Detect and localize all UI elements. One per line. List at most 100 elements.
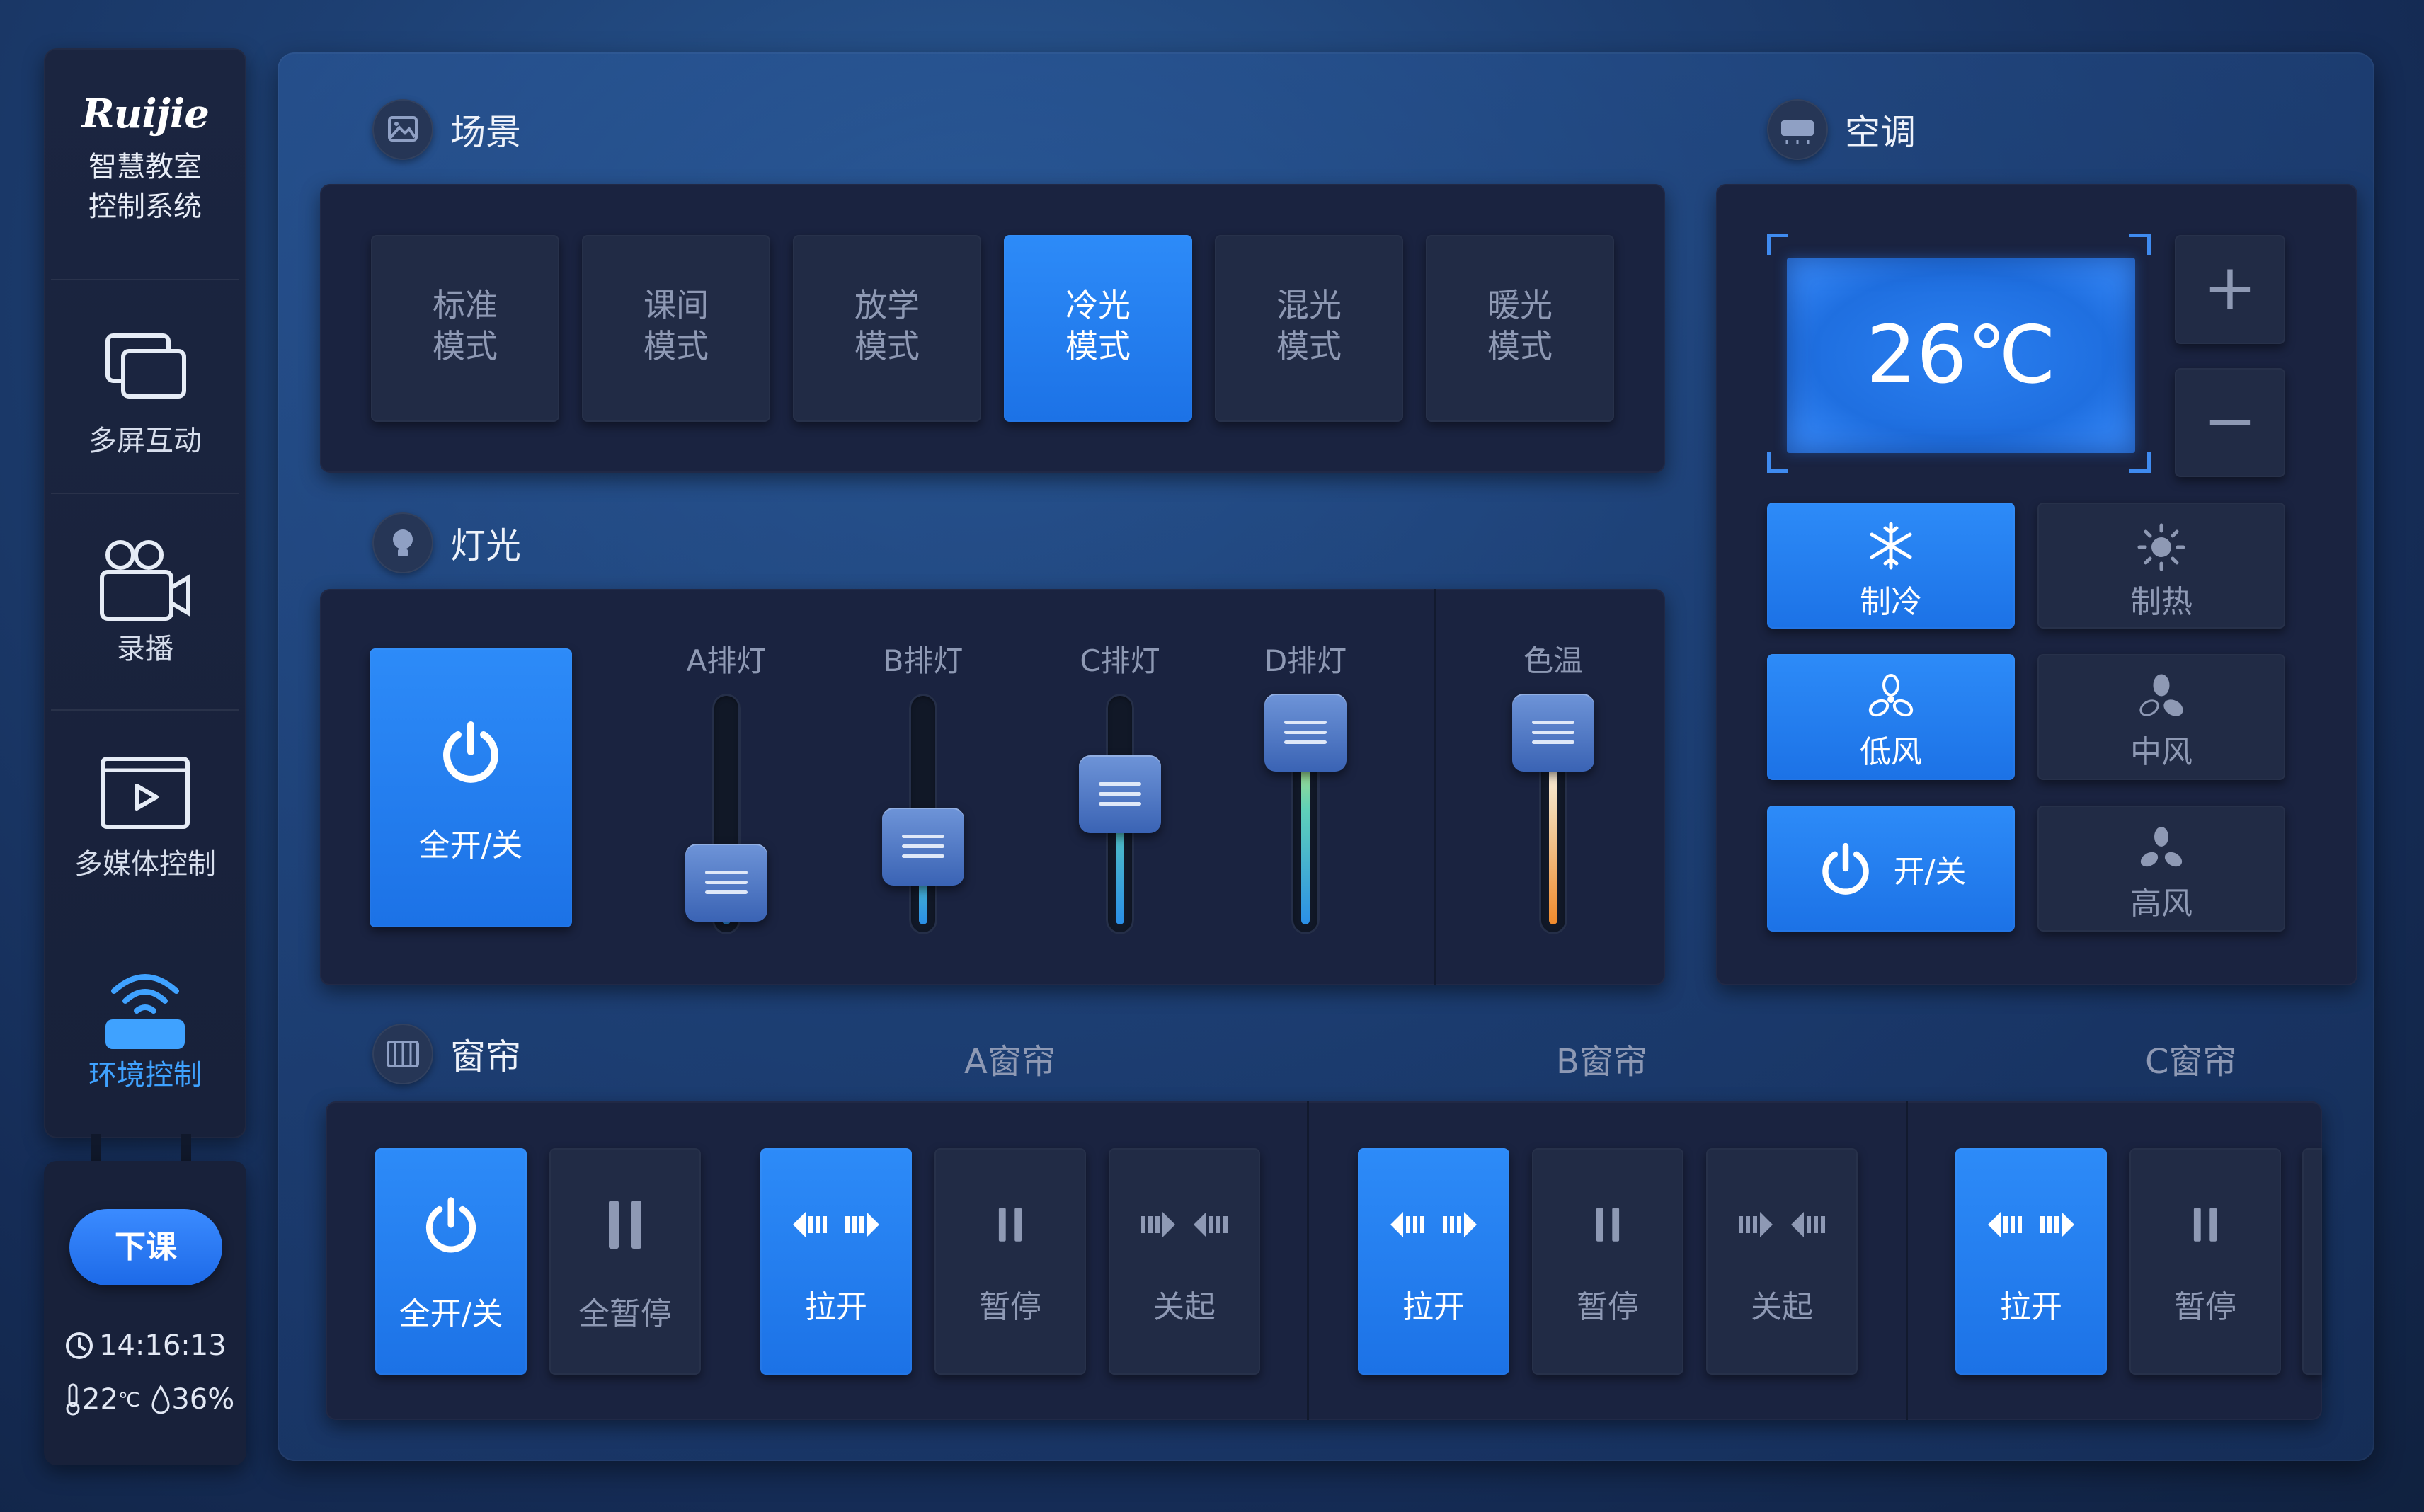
curtain-a-close-button[interactable]: 关起	[1109, 1148, 1260, 1375]
scene-mode-after-school[interactable]: 放学 模式	[793, 235, 981, 422]
curtain-all-power-label: 全开/关	[399, 1296, 503, 1332]
curtain-all-pause-label: 全暂停	[578, 1296, 672, 1332]
ac-title: 空调	[1845, 112, 1916, 153]
nav-label: 多屏互动	[88, 425, 202, 457]
ac-power-button[interactable]: 开/关	[1767, 806, 2015, 932]
curtain-icon	[372, 1024, 433, 1084]
nav-item-recording[interactable]: 录播	[44, 534, 246, 667]
light-divider	[1434, 589, 1436, 985]
scene-mode-mixed-light[interactable]: 混光 模式	[1215, 235, 1403, 422]
mode-line2: 模式	[1065, 327, 1131, 365]
fan-high-button[interactable]: 高风	[2037, 806, 2285, 932]
light-row-label: D排灯	[1264, 643, 1347, 678]
mode-line2: 模式	[1276, 327, 1342, 365]
curtain-a-pause-button[interactable]: 暂停	[934, 1148, 1086, 1375]
curtain-open-icon	[1358, 1189, 1509, 1260]
mode-line2: 模式	[854, 327, 920, 365]
clock-icon	[66, 1332, 93, 1359]
sidebar-footer: 下课 14:16:13 22 ℃ 36%	[44, 1161, 246, 1465]
mode-line1: 暖光	[1487, 286, 1553, 324]
curtain-a-close-label: 关起	[1153, 1289, 1216, 1325]
screen-corner	[2129, 452, 2151, 473]
light-row-label: C排灯	[1080, 643, 1160, 678]
humidity-drop-icon	[152, 1385, 170, 1414]
curtain-b-open-label: 拉开	[1402, 1289, 1465, 1325]
fan-speed-label: 高风	[2130, 886, 2193, 922]
light-row-label: B排灯	[883, 643, 964, 678]
slider-handle[interactable]	[1079, 755, 1161, 834]
curtain-group-b-title: B窗帘	[1556, 1042, 1647, 1082]
light-title: 灯光	[450, 525, 521, 566]
slider-handle[interactable]	[1512, 694, 1594, 772]
snowflake-icon	[1870, 522, 1912, 570]
curtain-title: 窗帘	[450, 1036, 521, 1077]
curtain-divider	[1307, 1101, 1309, 1420]
light-master-power-button[interactable]: 全开/关	[370, 648, 572, 927]
ac-mode-cool-button[interactable]: 制冷	[1767, 503, 2015, 629]
scene-mode-standard[interactable]: 标准 模式	[371, 235, 559, 422]
curtain-b-close-button[interactable]: 关起	[1706, 1148, 1858, 1375]
bulb-icon	[372, 512, 433, 573]
end-class-button[interactable]: 下课	[69, 1209, 222, 1285]
ac-mode-heat-button[interactable]: 制热	[2037, 503, 2285, 629]
brand-title-line2: 控制系统	[88, 190, 202, 223]
ac-mode-label: 制冷	[1860, 584, 1922, 620]
ac-section-title: 空调	[1767, 99, 1916, 160]
nav-label: 环境控制	[88, 1059, 202, 1092]
curtain-all-pause-button[interactable]: 全暂停	[549, 1148, 701, 1375]
slider-handle[interactable]	[685, 843, 767, 922]
sidebar-divider	[51, 493, 239, 494]
brand-title-line1: 智慧教室	[88, 151, 202, 183]
air-conditioner-icon	[1767, 99, 1828, 160]
curtain-divider	[1906, 1101, 1908, 1420]
curtain-c-pause-button[interactable]: 暂停	[2129, 1148, 2281, 1375]
curtain-close-icon	[1706, 1189, 1858, 1260]
fan-mid-button[interactable]: 中风	[2037, 654, 2285, 780]
pause-icon	[2129, 1189, 2281, 1260]
curtain-a-open-label: 拉开	[805, 1289, 867, 1325]
nav-label: 录播	[117, 633, 173, 665]
clock: 14:16:13	[64, 1329, 227, 1362]
fan-low-button[interactable]: 低风	[1767, 654, 2015, 780]
curtain-close-icon	[1109, 1189, 1260, 1260]
scene-mode-break[interactable]: 课间 模式	[582, 235, 770, 422]
curtain-open-icon	[1955, 1189, 2107, 1260]
curtain-all-power-button[interactable]: 全开/关	[375, 1148, 527, 1375]
light-section-title: 灯光	[372, 512, 521, 573]
fan-icon	[2139, 674, 2183, 716]
pause-icon	[549, 1189, 701, 1260]
sidebar-divider	[51, 709, 239, 711]
curtain-open-icon	[760, 1189, 912, 1260]
image-icon	[372, 99, 433, 160]
slider-handle[interactable]	[1264, 694, 1347, 772]
mode-line1: 混光	[1276, 286, 1342, 324]
scene-mode-cool-light[interactable]: 冷光 模式	[1004, 235, 1192, 422]
pause-icon	[934, 1189, 1086, 1260]
curtain-group-a-title: A窗帘	[964, 1042, 1056, 1082]
curtain-a-open-button[interactable]: 拉开	[760, 1148, 912, 1375]
nav-item-environment[interactable]: 环境控制	[44, 960, 246, 1093]
curtain-b-pause-button[interactable]: 暂停	[1532, 1148, 1683, 1375]
curtain-a-pause-label: 暂停	[979, 1289, 1041, 1325]
scene-mode-warm-light[interactable]: 暖光 模式	[1426, 235, 1614, 422]
mode-line1: 冷光	[1065, 286, 1131, 324]
curtain-c-open-label: 拉开	[2000, 1289, 2062, 1325]
nav-item-multi-screen[interactable]: 多屏互动	[44, 326, 246, 459]
sidebar: Ruijie 智慧教室 控制系统 多屏互动 录播 多媒体控制 环境控制	[44, 48, 246, 1138]
curtain-b-open-button[interactable]: 拉开	[1358, 1148, 1509, 1375]
mode-line2: 模式	[644, 327, 709, 365]
environment-readout: 22 ℃ 36%	[64, 1382, 234, 1417]
sun-icon	[2137, 523, 2185, 571]
curtain-c-pause-label: 暂停	[2174, 1289, 2236, 1325]
slider-handle[interactable]	[882, 808, 964, 886]
color-temperature-label: 色温	[1523, 643, 1583, 678]
curtain-b-close-label: 关起	[1751, 1289, 1813, 1325]
power-icon	[1822, 842, 1869, 895]
clock-time: 14:16:13	[99, 1329, 227, 1362]
nav-item-media[interactable]: 多媒体控制	[44, 749, 246, 882]
mode-line2: 模式	[1487, 327, 1553, 365]
curtain-c-open-button[interactable]: 拉开	[1955, 1148, 2107, 1375]
temperature-up-button[interactable]: +	[2175, 235, 2285, 344]
temperature-down-button[interactable]: −	[2175, 368, 2285, 477]
fan-speed-label: 低风	[1860, 734, 1922, 770]
